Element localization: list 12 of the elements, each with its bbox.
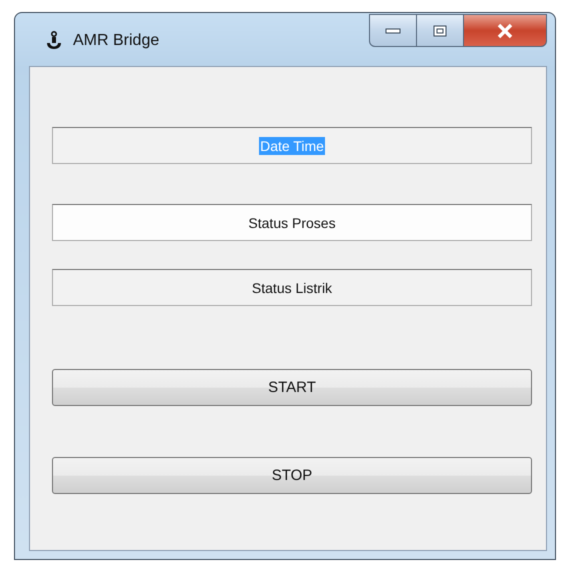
text-field[interactable]: Status Listrik [52, 269, 532, 306]
app-icon [45, 31, 63, 51]
stop-button[interactable]: STOP [52, 457, 532, 494]
minimize-button[interactable] [369, 14, 417, 47]
text-field[interactable]: Status Proses [52, 204, 532, 241]
close-button[interactable] [463, 14, 547, 47]
start-button[interactable]: START [52, 369, 532, 406]
close-icon [496, 22, 514, 38]
window-title: AMR Bridge [73, 32, 160, 50]
maximize-icon [433, 24, 447, 36]
minimize-icon [385, 28, 401, 34]
maximize-button[interactable] [416, 14, 464, 47]
